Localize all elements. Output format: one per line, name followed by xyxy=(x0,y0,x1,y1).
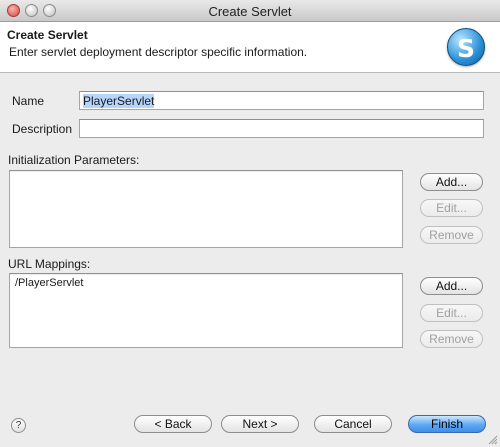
url-mappings-label: URL Mappings: xyxy=(8,257,91,271)
title-bar: Create Servlet xyxy=(0,0,500,22)
servlet-logo-icon: S xyxy=(447,28,485,66)
url-mappings-remove-button[interactable]: Remove xyxy=(420,330,483,348)
wizard-page-description: Enter servlet deployment descriptor spec… xyxy=(9,45,308,59)
description-label: Description xyxy=(12,122,73,136)
wizard-page-title: Create Servlet xyxy=(7,28,88,42)
init-params-edit-button[interactable]: Edit... xyxy=(420,199,483,217)
description-field[interactable] xyxy=(79,119,484,138)
url-mappings-add-button[interactable]: Add... xyxy=(420,277,483,295)
window-title: Create Servlet xyxy=(208,4,292,19)
name-field-value: PlayerServlet xyxy=(83,94,155,108)
init-params-list[interactable] xyxy=(9,170,403,248)
create-servlet-window: Create Servlet Create Servlet Enter serv… xyxy=(0,0,500,447)
resize-grip-icon[interactable] xyxy=(487,434,498,445)
url-mappings-edit-button[interactable]: Edit... xyxy=(420,304,483,322)
init-params-add-button[interactable]: Add... xyxy=(420,173,483,191)
init-params-remove-button[interactable]: Remove xyxy=(420,226,483,244)
list-item[interactable]: /PlayerServlet xyxy=(15,277,83,289)
name-label: Name xyxy=(12,94,45,108)
wizard-header: Create Servlet Enter servlet deployment … xyxy=(0,22,500,73)
name-field[interactable]: PlayerServlet xyxy=(79,91,484,110)
help-icon[interactable]: ? xyxy=(11,418,26,433)
next-button[interactable]: Next > xyxy=(221,415,299,433)
finish-button[interactable]: Finish xyxy=(408,415,486,433)
init-params-label: Initialization Parameters: xyxy=(8,153,140,167)
cancel-button[interactable]: Cancel xyxy=(314,415,392,433)
servlet-logo-letter: S xyxy=(456,34,475,63)
url-mappings-list[interactable]: /PlayerServlet xyxy=(9,273,403,348)
back-button[interactable]: < Back xyxy=(134,415,212,433)
